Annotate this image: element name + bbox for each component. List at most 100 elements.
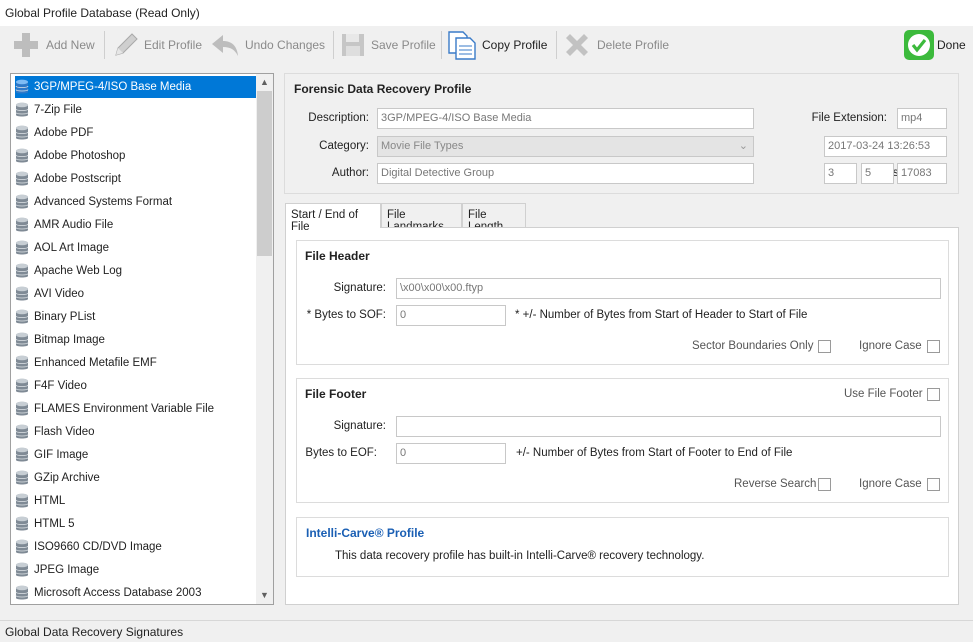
header-signature-label: Signature: [333,282,386,294]
profile-list-item-label: FLAMES Environment Variable File [34,403,215,415]
save-profile-label: Save Profile [371,38,436,52]
profile-list-item[interactable]: HTML [15,490,259,512]
tab-panel: File Header Signature: \x00\x00\x00.ftyp… [285,227,959,605]
copy-profile-label: Copy Profile [482,38,548,52]
date-field[interactable]: 2017-03-24 13:26:53 [824,136,947,157]
header-signature-field[interactable]: \x00\x00\x00.ftyp [396,278,941,299]
database-icon [15,332,29,347]
add-new-label: Add New [46,38,95,52]
category-select[interactable]: Movie File Types ⌄ [377,136,754,157]
version-build-field[interactable]: 17083 [897,163,947,184]
done-button[interactable]: Done [903,29,966,61]
tab-file-length[interactable]: File Length [462,203,526,233]
profile-list-item[interactable]: GIF Image [15,444,259,466]
profile-list-item[interactable]: Apache Web Log [15,260,259,282]
header-ignore-case-checkbox[interactable] [927,340,940,353]
profile-list-item[interactable]: AVI Video [15,283,259,305]
profile-list-item[interactable]: JPEG Image [15,559,259,581]
profile-list-item[interactable]: 7-Zip File [15,99,259,121]
edit-profile-label: Edit Profile [144,38,203,52]
profile-list-item-label: 3GP/MPEG-4/ISO Base Media [34,81,192,93]
copy-documents-icon [448,31,476,60]
version-major-field[interactable]: 3 [824,163,857,184]
profile-list-item[interactable]: Microsoft Access Database 2003 [15,582,259,604]
sector-boundaries-checkbox[interactable] [818,340,831,353]
profile-list-item[interactable]: Advanced Systems Format [15,191,259,213]
profile-list-item[interactable]: HTML 5 [15,513,259,535]
header-ignore-case-label: Ignore Case [859,340,922,352]
profile-list-item[interactable]: Enhanced Metafile EMF [15,352,259,374]
edit-profile-button[interactable]: Edit Profile [110,29,202,61]
database-icon [15,263,29,278]
profile-list-item-label: JPEG Image [34,564,100,576]
tab-start-end-of-file[interactable]: Start / End of File [285,203,381,233]
copy-profile-button[interactable]: Copy Profile [446,29,547,61]
save-profile-button[interactable]: Save Profile [339,29,436,61]
profile-list-item[interactable]: AOL Art Image [15,237,259,259]
scrollbar-thumb[interactable] [257,91,272,256]
footer-signature-field[interactable] [396,416,941,437]
bytes-to-sof-hint: * +/- Number of Bytes from Start of Head… [515,309,808,321]
profile-list-item[interactable]: Adobe Photoshop [15,145,259,167]
add-new-button[interactable]: Add New [10,29,95,61]
profile-list-item[interactable]: Adobe Postscript [15,168,259,190]
profile-list-item-label: Flash Video [34,426,95,438]
intellicarve-text: This data recovery profile has built-in … [335,550,705,562]
author-field[interactable]: Digital Detective Group [377,163,754,184]
database-icon [15,355,29,370]
list-scrollbar[interactable]: ▲ ▼ [256,74,273,604]
profile-list-item[interactable]: GZip Archive [15,467,259,489]
delete-x-icon [566,34,588,56]
profile-list-item[interactable]: Adobe PDF [15,122,259,144]
file-extension-label: File Extension: [811,112,887,124]
profile-list-item-label: ISO9660 CD/DVD Image [34,541,162,553]
reverse-search-checkbox[interactable] [818,478,831,491]
database-icon [15,79,29,94]
undo-changes-button[interactable]: Undo Changes [209,29,325,61]
footer-ignore-case-checkbox[interactable] [927,478,940,491]
undo-changes-label: Undo Changes [245,38,326,52]
database-icon [15,516,29,531]
profile-list-item-label: Enhanced Metafile EMF [34,357,157,369]
profile-list-item[interactable]: AMR Audio File [15,214,259,236]
description-field[interactable]: 3GP/MPEG-4/ISO Base Media [377,108,754,129]
profile-list-item[interactable]: Flash Video [15,421,259,443]
toolbar-separator [556,31,557,59]
status-bar: Global Data Recovery Signatures [0,620,973,642]
database-icon [15,125,29,140]
profile-list-item-label: AVI Video [34,288,85,300]
toolbar-separator [104,31,105,59]
profile-list-item[interactable]: FLAMES Environment Variable File [15,398,259,420]
profile-list-item[interactable]: Binary PList [15,306,259,328]
toolbar-separator [441,31,442,59]
toolbar-separator [333,31,334,59]
profile-list-item-label: GZip Archive [34,472,100,484]
chevron-down-icon: ⌄ [738,140,748,152]
category-label: Category: [319,140,369,152]
bytes-to-sof-field[interactable]: 0 [396,305,506,326]
profile-list-item-label: Adobe Postscript [34,173,121,185]
database-icon [15,378,29,393]
profile-heading: Forensic Data Recovery Profile [294,82,472,96]
use-file-footer-label: Use File Footer [844,388,923,400]
file-footer-group: File Footer Use File Footer Signature: B… [296,378,949,503]
database-icon [15,470,29,485]
profile-list-item[interactable]: Bitmap Image [15,329,259,351]
profile-list-item[interactable]: F4F Video [15,375,259,397]
bytes-to-eof-label: Bytes to EOF: [305,447,377,459]
scroll-down-icon[interactable]: ▼ [256,587,273,604]
file-extension-field[interactable]: mp4 [897,108,947,129]
delete-profile-button[interactable]: Delete Profile [561,29,669,61]
use-file-footer-checkbox[interactable] [927,388,940,401]
tab-file-landmarks[interactable]: File Landmarks [381,203,462,233]
database-icon [15,539,29,554]
profile-list-item-label: Binary PList [34,311,96,323]
profile-list-item-label: AOL Art Image [34,242,109,254]
profile-list-item-label: Advanced Systems Format [34,196,173,208]
scroll-up-icon[interactable]: ▲ [256,74,273,91]
version-minor-field[interactable]: 5 [861,163,894,184]
profile-list-item[interactable]: 3GP/MPEG-4/ISO Base Media [15,76,259,98]
profile-list[interactable]: 3GP/MPEG-4/ISO Base Media 7-Zip File Adobe… [10,73,274,605]
bytes-to-eof-field[interactable]: 0 [396,443,506,464]
profile-list-item[interactable]: ISO9660 CD/DVD Image [15,536,259,558]
